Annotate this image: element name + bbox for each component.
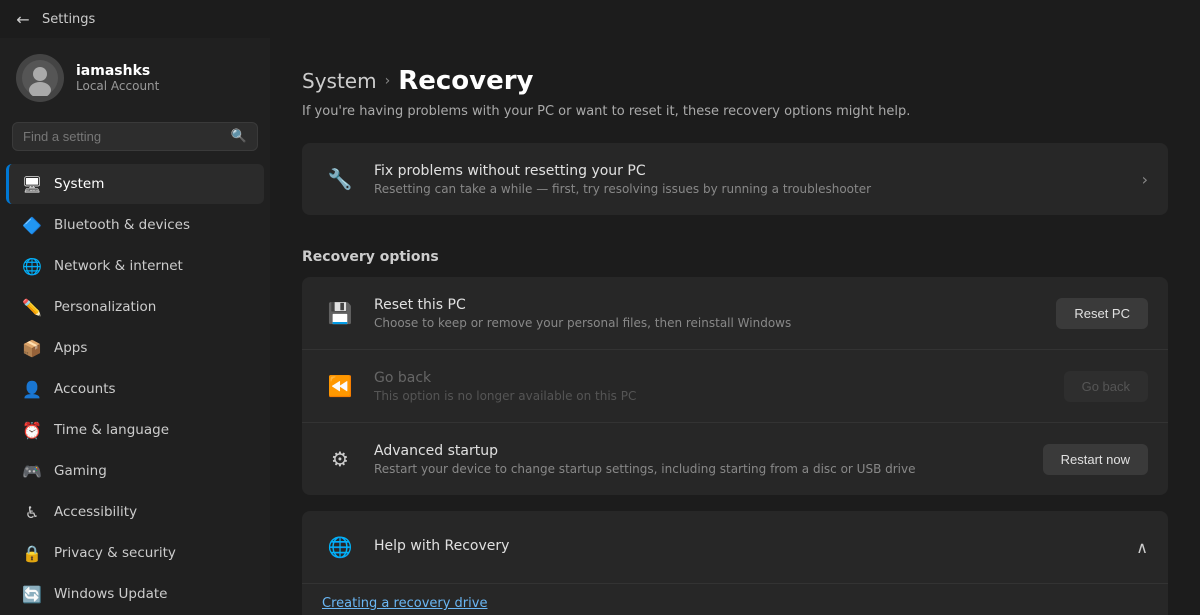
accessibility-icon: ♿ [22, 502, 42, 522]
advanced-startup-icon: ⚙ [322, 441, 358, 477]
page-subtitle: If you're having problems with your PC o… [302, 104, 1168, 119]
nav-list: 🖥 System 🔷 Bluetooth & devices 🌐 Network… [0, 163, 270, 615]
fix-problems-row[interactable]: 🔧 Fix problems without resetting your PC… [302, 143, 1168, 215]
main-layout: iamashks Local Account 🔍 🖥 System 🔷 Blue… [0, 38, 1200, 615]
avatar [16, 54, 64, 102]
go-back-icon: ⏪ [322, 368, 358, 404]
advanced-startup-title: Advanced startup [374, 443, 1027, 459]
fix-problems-icon: 🔧 [322, 161, 358, 197]
back-button[interactable]: ← [14, 10, 32, 28]
privacy-icon: 🔒 [22, 543, 42, 563]
advanced-startup-action: Restart now [1043, 444, 1148, 475]
advanced-startup-text: Advanced startup Restart your device to … [374, 443, 1027, 476]
section-heading: Recovery options [302, 231, 1168, 277]
user-info: iamashks Local Account [76, 63, 159, 93]
sidebar-item-windows-update[interactable]: 🔄 Windows Update [6, 574, 264, 614]
go-back-desc: This option is no longer available on th… [374, 389, 1048, 403]
time-icon: ⏰ [22, 420, 42, 440]
sidebar-item-label-system: System [54, 176, 104, 192]
bluetooth-icon: 🔷 [22, 215, 42, 235]
sidebar-item-personalization[interactable]: ✏️ Personalization [6, 287, 264, 327]
sidebar-item-label-accounts: Accounts [54, 381, 116, 397]
breadcrumb-current: Recovery [398, 66, 533, 96]
sidebar-item-accounts[interactable]: 👤 Accounts [6, 369, 264, 409]
advanced-startup-button[interactable]: Restart now [1043, 444, 1148, 475]
windows-update-icon: 🔄 [22, 584, 42, 604]
advanced-startup-desc: Restart your device to change startup se… [374, 462, 1027, 476]
sidebar-item-label-bluetooth: Bluetooth & devices [54, 217, 190, 233]
help-card-title: Help with Recovery [374, 538, 509, 554]
breadcrumb-separator: › [385, 73, 391, 89]
sidebar-item-privacy[interactable]: 🔒 Privacy & security [6, 533, 264, 573]
chevron-right-icon: › [1142, 170, 1148, 189]
recovery-row-go-back: ⏪ Go back This option is no longer avail… [302, 350, 1168, 423]
fix-problems-title: Fix problems without resetting your PC [374, 163, 1126, 179]
go-back-button: Go back [1064, 371, 1148, 402]
fix-problems-text: Fix problems without resetting your PC R… [374, 163, 1126, 196]
personalization-icon: ✏️ [22, 297, 42, 317]
fix-problems-desc: Resetting can take a while — first, try … [374, 182, 1126, 196]
user-name: iamashks [76, 63, 159, 79]
sidebar-item-gaming[interactable]: 🎮 Gaming [6, 451, 264, 491]
help-card-header[interactable]: 🌐 Help with Recovery ∧ [302, 511, 1168, 583]
sidebar-item-apps[interactable]: 📦 Apps [6, 328, 264, 368]
go-back-action: Go back [1064, 371, 1148, 402]
search-input[interactable] [23, 129, 223, 144]
system-icon: 🖥 [22, 174, 42, 194]
reset-pc-button[interactable]: Reset PC [1056, 298, 1148, 329]
search-box[interactable]: 🔍 [12, 122, 258, 151]
search-icon: 🔍 [231, 129, 247, 144]
reset-pc-desc: Choose to keep or remove your personal f… [374, 316, 1040, 330]
sidebar-item-bluetooth[interactable]: 🔷 Bluetooth & devices [6, 205, 264, 245]
help-link[interactable]: Creating a recovery drive [322, 588, 1148, 615]
recovery-row-reset-pc: 💾 Reset this PC Choose to keep or remove… [302, 277, 1168, 350]
breadcrumb-parent: System [302, 69, 377, 93]
help-icon: 🌐 [322, 529, 358, 565]
reset-pc-action: Reset PC [1056, 298, 1148, 329]
go-back-text: Go back This option is no longer availab… [374, 370, 1048, 403]
sidebar-item-accessibility[interactable]: ♿ Accessibility [6, 492, 264, 532]
accounts-icon: 👤 [22, 379, 42, 399]
sidebar-item-label-network: Network & internet [54, 258, 183, 274]
help-card-content: Creating a recovery drive [302, 583, 1168, 615]
sidebar-item-label-accessibility: Accessibility [54, 504, 137, 520]
reset-pc-text: Reset this PC Choose to keep or remove y… [374, 297, 1040, 330]
fix-problems-card[interactable]: 🔧 Fix problems without resetting your PC… [302, 143, 1168, 215]
sidebar-item-label-windows-update: Windows Update [54, 586, 167, 602]
content-area: System › Recovery If you're having probl… [270, 38, 1200, 615]
apps-icon: 📦 [22, 338, 42, 358]
title-bar: ← Settings [0, 0, 1200, 38]
sidebar-item-label-apps: Apps [54, 340, 87, 356]
breadcrumb: System › Recovery [302, 66, 1168, 96]
recovery-options-card: 💾 Reset this PC Choose to keep or remove… [302, 277, 1168, 495]
sidebar-item-label-privacy: Privacy & security [54, 545, 176, 561]
sidebar-item-label-time: Time & language [54, 422, 169, 438]
recovery-row-advanced-startup: ⚙ Advanced startup Restart your device t… [302, 423, 1168, 495]
user-profile[interactable]: iamashks Local Account [0, 38, 270, 122]
go-back-title: Go back [374, 370, 1048, 386]
sidebar: iamashks Local Account 🔍 🖥 System 🔷 Blue… [0, 38, 270, 615]
reset-pc-title: Reset this PC [374, 297, 1040, 313]
app-title: Settings [42, 12, 95, 27]
sidebar-item-label-personalization: Personalization [54, 299, 156, 315]
gaming-icon: 🎮 [22, 461, 42, 481]
network-icon: 🌐 [22, 256, 42, 276]
help-card[interactable]: 🌐 Help with Recovery ∧ Creating a recove… [302, 511, 1168, 615]
fix-problems-action: › [1142, 170, 1148, 189]
user-role: Local Account [76, 79, 159, 93]
reset-pc-icon: 💾 [322, 295, 358, 331]
sidebar-item-network[interactable]: 🌐 Network & internet [6, 246, 264, 286]
sidebar-item-system[interactable]: 🖥 System [6, 164, 264, 204]
sidebar-item-label-gaming: Gaming [54, 463, 107, 479]
sidebar-item-time[interactable]: ⏰ Time & language [6, 410, 264, 450]
chevron-up-icon: ∧ [1136, 538, 1148, 557]
